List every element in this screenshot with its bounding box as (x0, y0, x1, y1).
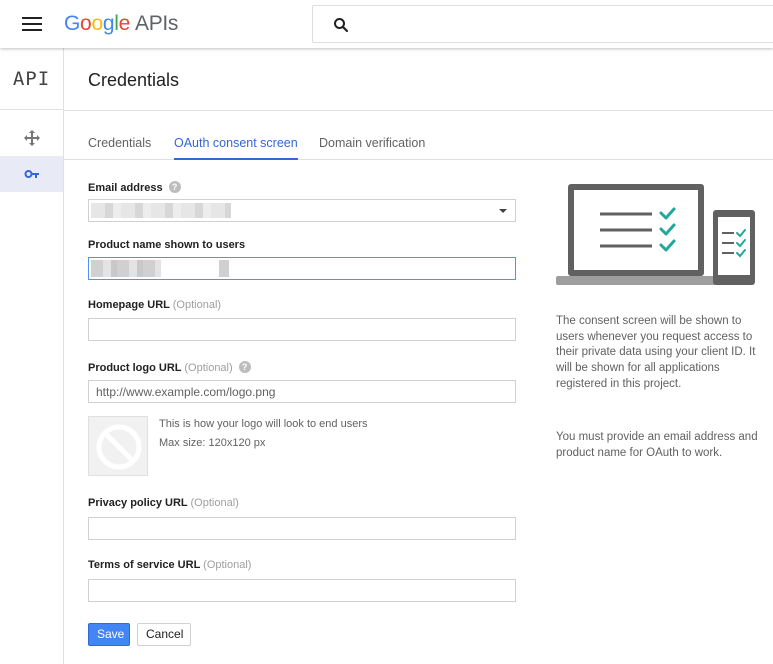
product-logo-url-input[interactable]: http://www.example.com/logo.png (88, 380, 516, 403)
product-logo-url-label: Product logo URL (Optional)? (88, 361, 251, 374)
terms-of-service-url-input[interactable] (88, 579, 516, 602)
privacy-policy-url-label: Privacy policy URL (Optional) (88, 497, 239, 509)
logo-suffix: APIs (134, 12, 179, 35)
logo-letter: e (118, 12, 131, 35)
terms-of-service-url-label: Terms of service URL (Optional) (88, 559, 251, 571)
terms-label-text: Terms of service URL (88, 559, 201, 571)
optional-hint: (Optional) (184, 362, 233, 374)
redacted-email (91, 203, 231, 218)
logo-preview (88, 416, 148, 476)
logo-letter: o (80, 12, 92, 35)
logo-url-placeholder: http://www.example.com/logo.png (96, 385, 276, 399)
google-apis-logo[interactable]: Google APIs (64, 12, 178, 36)
rail-item-dashboard[interactable] (0, 120, 63, 156)
homepage-url-input[interactable] (88, 318, 516, 341)
logo-preview-note: This is how your logo will look to end u… (159, 418, 368, 430)
search-icon (334, 18, 349, 33)
tab-domain-verification[interactable]: Domain verification (319, 136, 425, 160)
tab-credentials[interactable]: Credentials (88, 136, 151, 160)
cancel-button[interactable]: Cancel (137, 623, 191, 646)
api-logo[interactable]: API (0, 48, 63, 110)
homepage-label-text: Homepage URL (88, 299, 170, 311)
chevron-down-icon (499, 209, 507, 213)
product-name-input[interactable] (88, 257, 516, 280)
logo-letter: o (91, 12, 103, 35)
text-cursor (219, 260, 229, 277)
logo-letter: g (102, 12, 115, 35)
optional-hint: (Optional) (203, 559, 252, 571)
page-title: Credentials (88, 70, 180, 90)
email-select[interactable] (88, 199, 516, 222)
requirement-info-text: You must provide an email address and pr… (556, 431, 758, 459)
logo-label-text: Product logo URL (88, 362, 182, 374)
help-icon[interactable]: ? (168, 181, 181, 193)
menu-icon[interactable] (22, 17, 42, 31)
key-icon (24, 170, 39, 178)
optional-hint: (Optional) (172, 299, 222, 311)
optional-hint: (Optional) (190, 497, 239, 509)
privacy-policy-url-input[interactable] (88, 517, 516, 540)
no-image-icon (96, 424, 142, 470)
search-input[interactable] (312, 5, 773, 43)
logo-letter: G (64, 12, 81, 35)
privacy-label-text: Privacy policy URL (88, 497, 188, 509)
email-label-text: Email address (88, 182, 163, 194)
redacted-product-name (91, 260, 161, 277)
page-header: Credentials (64, 48, 773, 111)
product-name-label: Product name shown to users (88, 239, 246, 251)
tab-oauth-consent-screen[interactable]: OAuth consent screen (174, 136, 298, 160)
email-label: Email address? (88, 181, 181, 194)
consent-screen-illustration (556, 184, 755, 285)
top-app-bar: Google APIs (0, 0, 773, 48)
left-nav-rail: API (0, 48, 64, 664)
save-button[interactable]: Save (88, 623, 130, 646)
dashboard-arrows-icon (24, 130, 40, 146)
homepage-url-label: Homepage URL (Optional) (88, 299, 221, 311)
logo-size-note: Max size: 120x120 px (159, 437, 266, 449)
consent-info-text: The consent screen will be shown to user… (556, 315, 756, 390)
tab-bar: Credentials OAuth consent screen Domain … (64, 128, 773, 160)
help-icon[interactable]: ? (238, 361, 251, 373)
rail-item-credentials[interactable] (0, 156, 63, 192)
